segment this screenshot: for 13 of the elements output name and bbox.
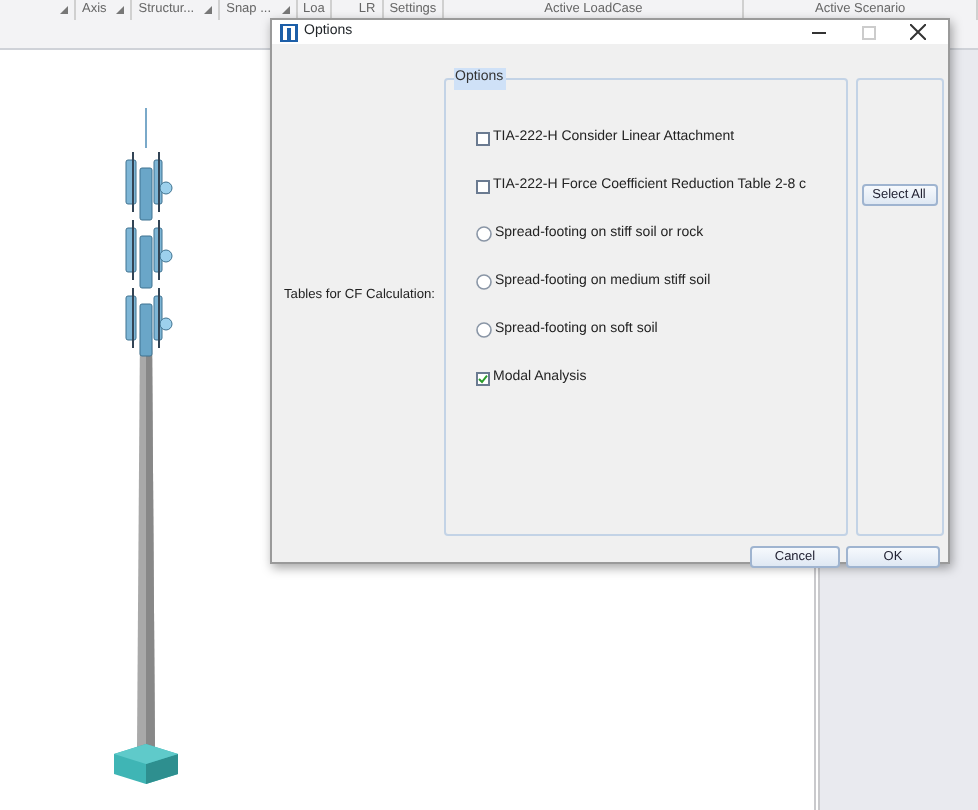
checkbox[interactable] — [475, 179, 489, 193]
radio-button[interactable] — [475, 322, 491, 338]
checkbox[interactable] — [475, 371, 489, 385]
dialog-launcher-icon[interactable] — [281, 6, 290, 14]
maximize-icon — [861, 25, 875, 39]
checkbox[interactable] — [475, 131, 489, 145]
radio-button[interactable] — [475, 274, 491, 290]
radio-button[interactable] — [475, 226, 491, 242]
minimize-icon — [811, 31, 825, 33]
close-icon — [910, 24, 926, 40]
dialog-launcher-icon[interactable] — [116, 6, 125, 14]
dialog-launcher-icon[interactable] — [60, 6, 68, 14]
dialog-launcher-icon[interactable] — [204, 6, 213, 14]
